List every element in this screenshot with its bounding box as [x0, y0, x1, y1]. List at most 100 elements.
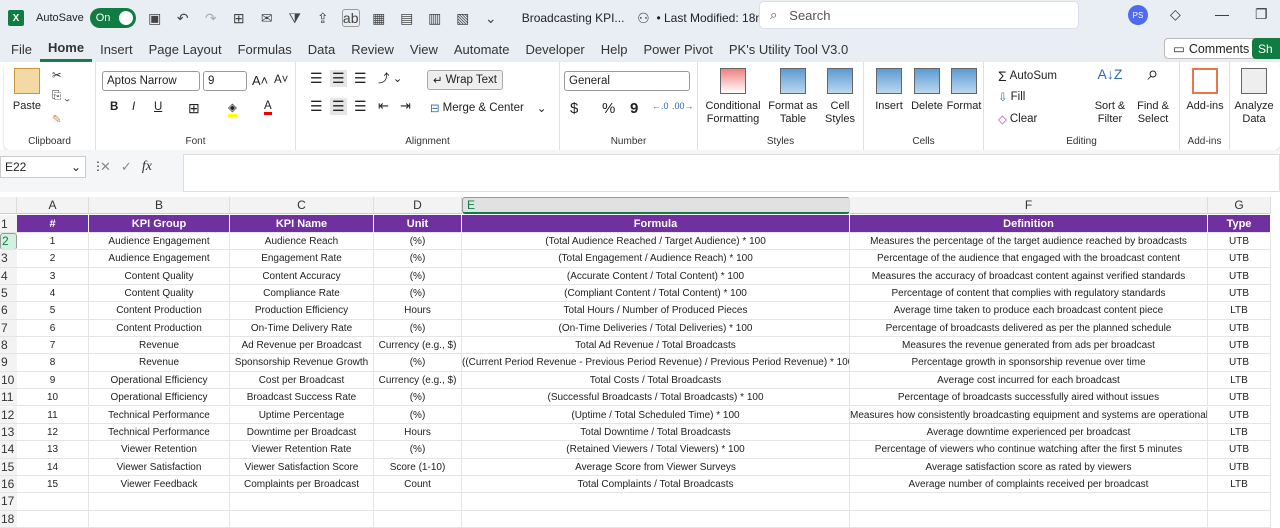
table-cell[interactable]: Operational Efficiency [89, 371, 230, 390]
align-right-icon[interactable]: ☰ [354, 98, 367, 115]
empty-cell[interactable] [462, 493, 850, 511]
avatar[interactable]: PS [1128, 5, 1148, 25]
table-cell[interactable]: (%) [374, 250, 462, 268]
clear-button[interactable]: ◇ Clear [998, 112, 1037, 126]
premium-diamond-icon[interactable]: ◇ [1170, 6, 1181, 23]
row-header-10[interactable]: 10 [0, 371, 17, 390]
table-cell[interactable]: Viewer Feedback [89, 475, 230, 494]
table-cell[interactable]: Currency (e.g., $) [374, 371, 462, 390]
empty-cell[interactable] [17, 493, 89, 511]
table-cell[interactable]: (Compliant Content / Total Content) * 10… [462, 285, 850, 303]
row-header-2[interactable]: 2 [0, 233, 17, 251]
calculator-icon[interactable]: ▤ [398, 9, 416, 27]
table-cell[interactable]: Engagement Rate [230, 250, 374, 268]
header-cell[interactable]: Type [1208, 215, 1271, 233]
empty-cell[interactable] [850, 493, 1208, 511]
table-cell[interactable]: Ad Revenue per Broadcast [230, 337, 374, 355]
format-painter-icon[interactable]: ✎ [52, 112, 62, 126]
table-cell[interactable]: 13 [17, 441, 89, 459]
tab-data[interactable]: Data [300, 36, 343, 62]
empty-cell[interactable] [374, 493, 462, 511]
minimize-icon[interactable]: — [1215, 6, 1229, 22]
table-cell[interactable]: 14 [17, 458, 89, 476]
table-cell[interactable]: (%) [374, 389, 462, 407]
print-preview-icon[interactable]: ▧ [454, 9, 472, 27]
table-cell[interactable]: UTB [1208, 233, 1271, 251]
conditional-formatting-button[interactable]: Conditional Formatting [702, 68, 764, 126]
table-cell[interactable]: LTB [1208, 371, 1271, 390]
table-cell[interactable]: (%) [374, 319, 462, 338]
underline-button[interactable]: U [154, 101, 162, 113]
table-cell[interactable]: Total Complaints / Total Broadcasts [462, 475, 850, 494]
table-cell[interactable]: Revenue [89, 354, 230, 372]
column-header-D[interactable]: D [374, 197, 462, 214]
tab-automate[interactable]: Automate [446, 36, 518, 62]
tab-home[interactable]: Home [39, 36, 93, 62]
row-header-5[interactable]: 5 [0, 285, 17, 303]
table-cell[interactable]: 10 [17, 389, 89, 407]
table-cell[interactable]: Content Accuracy [230, 267, 374, 286]
copy-icon[interactable]: ⎘ ⌄ [52, 90, 70, 103]
name-box[interactable]: E22 ⌄ [0, 156, 86, 178]
tab-page-layout[interactable]: Page Layout [141, 36, 230, 62]
tab-file[interactable]: File [3, 36, 40, 62]
table-cell[interactable]: Audience Reach [230, 233, 374, 251]
table-cell[interactable]: Audience Engagement [89, 250, 230, 268]
table-cell[interactable]: Currency (e.g., $) [374, 337, 462, 355]
currency-button[interactable]: $ [570, 100, 578, 117]
table-cell[interactable]: (Total Engagement / Audience Reach) * 10… [462, 250, 850, 268]
table-cell[interactable]: (Total Audience Reached / Target Audienc… [462, 233, 850, 251]
row-header-7[interactable]: 7 [0, 319, 17, 338]
table-cell[interactable]: UTB [1208, 389, 1271, 407]
table-cell[interactable]: Average satisfaction score as rated by v… [850, 458, 1208, 476]
empty-cell[interactable] [1208, 493, 1271, 511]
row-header-12[interactable]: 12 [0, 406, 17, 424]
table-cell[interactable]: 1 [17, 233, 89, 251]
table-cell[interactable]: Uptime Percentage [230, 406, 374, 424]
decrease-font-icon[interactable]: A˅ [274, 74, 288, 86]
table-cell[interactable]: UTB [1208, 441, 1271, 459]
table-cell[interactable]: (Retained Viewers / Total Viewers) * 100 [462, 441, 850, 459]
row-header-6[interactable]: 6 [0, 302, 17, 320]
share-button[interactable]: Sh [1252, 38, 1280, 59]
save-icon[interactable]: ▣ [146, 9, 164, 27]
header-cell[interactable]: Unit [374, 215, 462, 233]
redo-icon[interactable]: ↷ [202, 9, 220, 27]
align-bottom-icon[interactable]: ☰ [354, 70, 367, 87]
table-cell[interactable]: Viewer Retention Rate [230, 441, 374, 459]
table-cell[interactable]: Content Quality [89, 267, 230, 286]
table-cell[interactable]: Viewer Retention [89, 441, 230, 459]
bold-button[interactable]: B [110, 101, 118, 113]
column-header-A[interactable]: A [17, 197, 89, 214]
insert-cells-button[interactable]: Insert [872, 68, 906, 113]
row-header-4[interactable]: 4 [0, 267, 17, 286]
table-cell[interactable]: 9 [17, 371, 89, 390]
restore-icon[interactable]: ❐ [1255, 6, 1268, 23]
table-cell[interactable]: Percentage of content that complies with… [850, 285, 1208, 303]
analyze-data-button[interactable]: Analyze Data [1234, 68, 1274, 126]
table-cell[interactable]: Production Efficiency [230, 302, 374, 320]
table-cell[interactable]: Score (1-10) [374, 458, 462, 476]
table-cell[interactable]: Total Ad Revenue / Total Broadcasts [462, 337, 850, 355]
row-header-8[interactable]: 8 [0, 337, 17, 355]
table-cell[interactable]: LTB [1208, 475, 1271, 494]
borders-icon[interactable]: ⊞ [230, 9, 248, 27]
increase-decimal-icon[interactable]: ←.0 [652, 101, 669, 111]
table-cell[interactable]: Average cost incurred for each broadcast [850, 371, 1208, 390]
table-cell[interactable]: Complaints per Broadcast [230, 475, 374, 494]
column-header-C[interactable]: C [230, 197, 374, 214]
table-cell[interactable]: (%) [374, 441, 462, 459]
table-cell[interactable]: Percentage growth in sponsorship revenue… [850, 354, 1208, 372]
row-header-1[interactable]: 1 [0, 215, 17, 233]
tab-formulas[interactable]: Formulas [230, 36, 300, 62]
header-cell[interactable]: Formula [462, 215, 850, 233]
table-cell[interactable]: Operational Efficiency [89, 389, 230, 407]
empty-cell[interactable] [230, 510, 374, 528]
table-cell[interactable]: UTB [1208, 406, 1271, 424]
share-icon[interactable]: ⇪ [314, 9, 332, 27]
table-cell[interactable]: UTB [1208, 267, 1271, 286]
table-cell[interactable]: Count [374, 475, 462, 494]
number-format-select[interactable]: General [564, 71, 690, 91]
table-cell[interactable]: (%) [374, 406, 462, 424]
table-cell[interactable]: 2 [17, 250, 89, 268]
